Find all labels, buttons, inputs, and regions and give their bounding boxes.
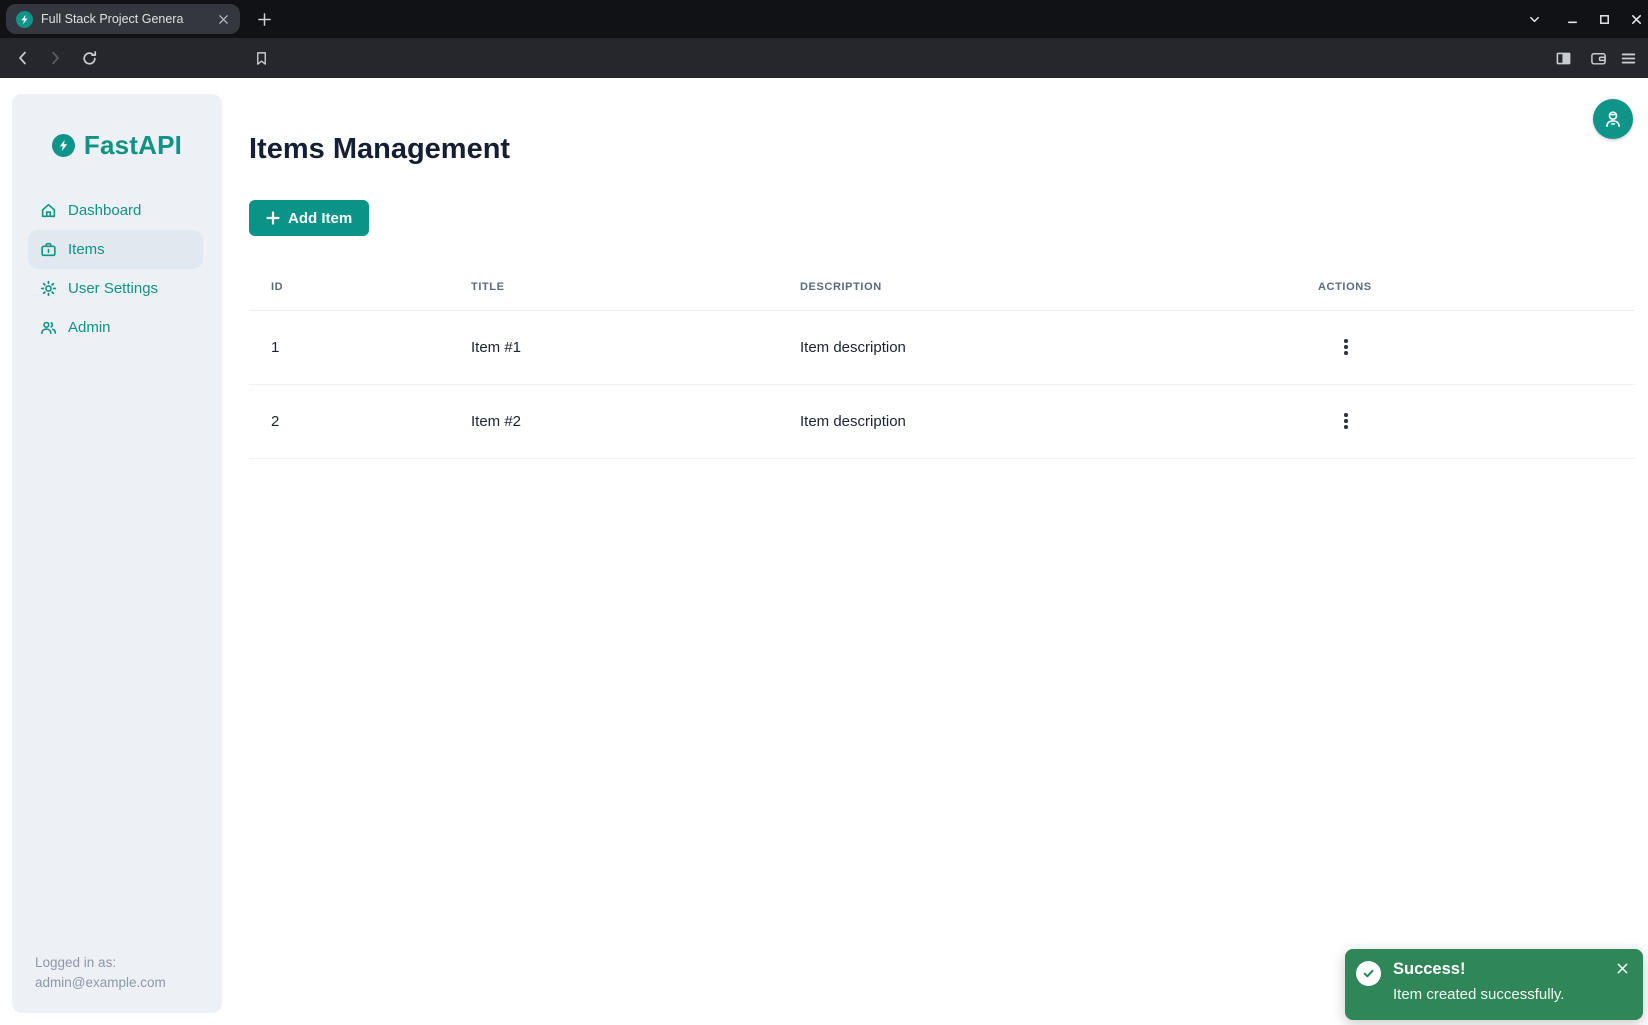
user-icon: [1602, 108, 1624, 130]
sidebar-item-label: Dashboard: [68, 202, 141, 219]
wallet-icon[interactable]: [1586, 46, 1610, 70]
header-title: TITLE: [471, 265, 800, 310]
sidebar-footer: Logged in as: admin@example.com: [35, 953, 166, 993]
header-id: ID: [249, 265, 471, 310]
forward-icon[interactable]: [43, 46, 67, 70]
cell-description: Item description: [800, 384, 1318, 458]
browser-tab[interactable]: Full Stack Project Genera: [6, 4, 240, 34]
plus-icon: [266, 211, 280, 225]
sidebar-item-user-settings[interactable]: User Settings: [28, 269, 203, 308]
table-row: 2 Item #2 Item description: [249, 384, 1635, 458]
logged-in-email: admin@example.com: [35, 973, 166, 993]
window-maximize-icon[interactable]: [1592, 7, 1616, 31]
cell-title: Item #1: [471, 310, 800, 384]
sidebar-item-dashboard[interactable]: Dashboard: [28, 191, 203, 230]
bookmark-icon[interactable]: [249, 46, 273, 70]
gear-icon: [40, 280, 57, 297]
sidebar-item-label: Items: [68, 241, 105, 258]
items-table: ID TITLE DESCRIPTION ACTIONS 1 Item #1 I…: [249, 265, 1635, 459]
cell-description: Item description: [800, 310, 1318, 384]
sidebar-item-items[interactable]: Items: [28, 230, 203, 269]
row-actions-menu-icon[interactable]: [1333, 334, 1359, 360]
user-avatar-button[interactable]: [1593, 99, 1633, 139]
cell-id: 1: [249, 310, 471, 384]
main-area: Items Management Add Item ID TITLE DESCR…: [249, 78, 1648, 1025]
check-circle-icon: [1356, 961, 1381, 986]
cell-title: Item #2: [471, 384, 800, 458]
reload-icon[interactable]: [77, 46, 101, 70]
brand-name: FastAPI: [84, 130, 182, 161]
sidebar-panel-icon[interactable]: [1551, 46, 1575, 70]
logged-in-label: Logged in as:: [35, 953, 166, 973]
page-content: FastAPI Dashboard Items User Settings Ad…: [0, 78, 1648, 1025]
fastapi-favicon-icon: [16, 11, 33, 28]
sidebar-item-label: User Settings: [68, 280, 158, 297]
fastapi-logo-icon: [52, 134, 75, 157]
add-item-button[interactable]: Add Item: [249, 200, 369, 236]
sidebar-nav: Dashboard Items User Settings Admin: [12, 191, 222, 347]
window-restore-down-icon[interactable]: [1522, 7, 1546, 31]
sidebar-item-label: Admin: [68, 319, 111, 336]
cell-id: 2: [249, 384, 471, 458]
users-icon: [40, 319, 57, 336]
browser-titlebar: Full Stack Project Genera: [0, 0, 1648, 38]
page-title: Items Management: [249, 135, 1648, 163]
tab-close-icon[interactable]: [214, 10, 232, 28]
add-item-label: Add Item: [288, 210, 352, 227]
table-header-row: ID TITLE DESCRIPTION ACTIONS: [249, 265, 1635, 310]
toast-close-icon[interactable]: [1611, 957, 1633, 979]
table-row: 1 Item #1 Item description: [249, 310, 1635, 384]
back-icon[interactable]: [11, 46, 35, 70]
menu-hamburger-icon[interactable]: [1616, 46, 1640, 70]
window-minimize-icon[interactable]: [1560, 7, 1584, 31]
toast-title: Success!: [1393, 960, 1465, 979]
row-actions-menu-icon[interactable]: [1333, 408, 1359, 434]
tab-title: Full Stack Project Genera: [41, 12, 214, 26]
briefcase-icon: [40, 241, 57, 258]
header-actions: ACTIONS: [1318, 265, 1635, 310]
window-close-icon[interactable]: [1624, 7, 1648, 31]
home-icon: [40, 202, 57, 219]
sidebar: FastAPI Dashboard Items User Settings Ad…: [12, 94, 222, 1013]
browser-toolbar: i localhost/items 1: [0, 38, 1648, 78]
sidebar-item-admin[interactable]: Admin: [28, 308, 203, 347]
success-toast: Success! Item created successfully.: [1345, 949, 1643, 1020]
new-tab-button[interactable]: [252, 7, 276, 31]
toast-message: Item created successfully.: [1393, 986, 1564, 1003]
brand: FastAPI: [12, 130, 222, 161]
header-description: DESCRIPTION: [800, 265, 1318, 310]
